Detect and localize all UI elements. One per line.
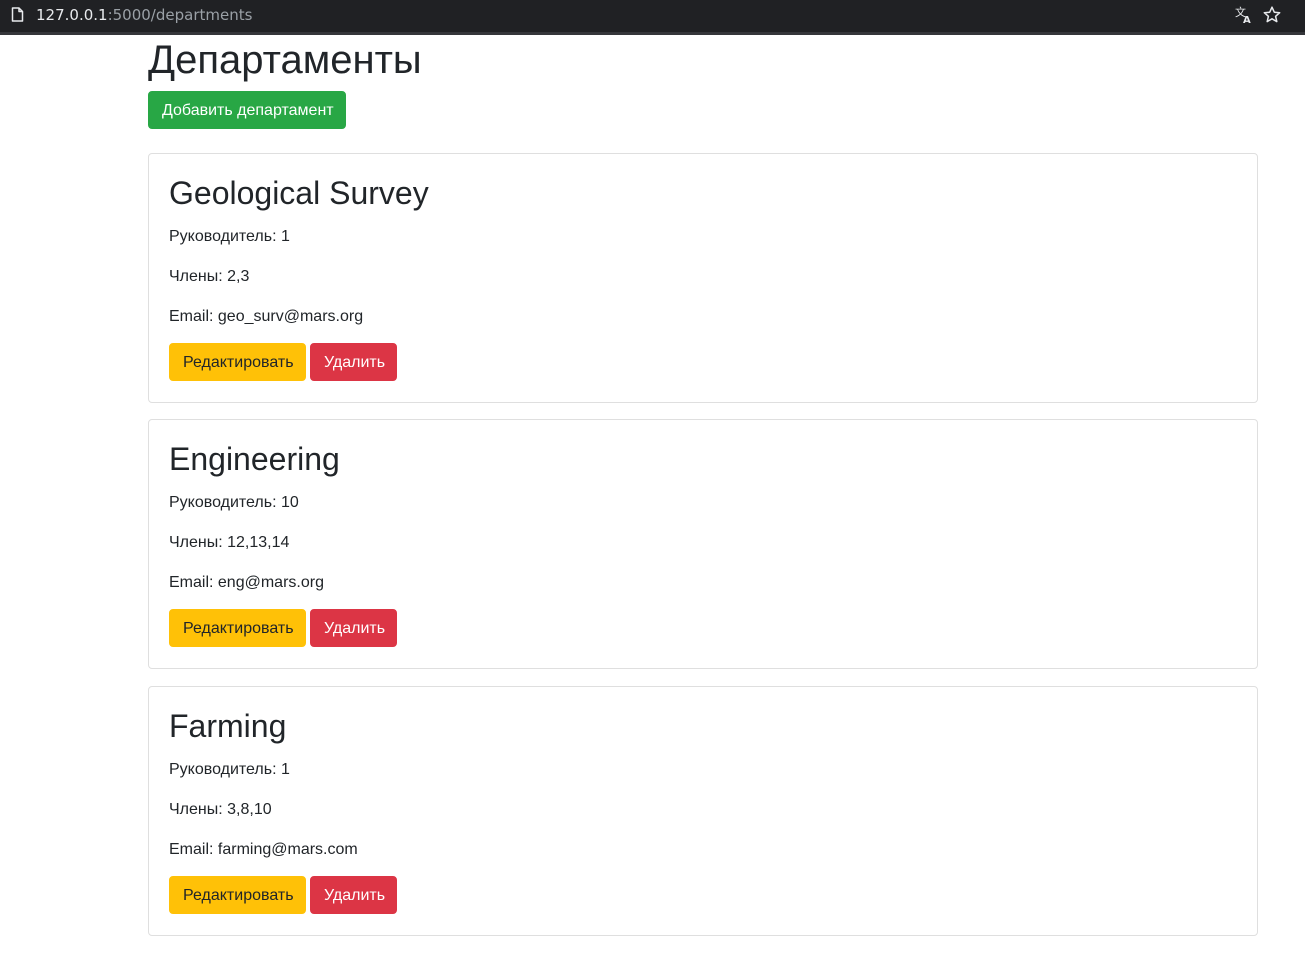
department-leader: Руководитель: 10 <box>169 494 299 511</box>
department-card-geological-survey: Geological Survey Руководитель: 1 Члены:… <box>148 153 1258 403</box>
delete-button[interactable]: Удалить <box>310 343 397 381</box>
department-name: Engineering <box>169 441 340 477</box>
edit-button[interactable]: Редактировать <box>169 609 306 647</box>
delete-button[interactable]: Удалить <box>310 876 397 914</box>
department-leader: Руководитель: 1 <box>169 228 290 245</box>
department-leader: Руководитель: 1 <box>169 761 290 778</box>
department-name: Farming <box>169 708 287 744</box>
translate-icon[interactable]: 文 A <box>1234 5 1254 25</box>
department-name: Geological Survey <box>169 175 429 211</box>
svg-text:A: A <box>1243 15 1251 25</box>
star-icon[interactable] <box>1262 5 1282 25</box>
delete-button[interactable]: Удалить <box>310 609 397 647</box>
department-email: Email: eng@mars.org <box>169 574 324 591</box>
department-email: Email: geo_surv@mars.org <box>169 308 364 325</box>
edit-button[interactable]: Редактировать <box>169 876 306 914</box>
department-members: Члены: 3,8,10 <box>169 801 272 818</box>
url-text[interactable]: 127.0.0.1:5000/departments <box>36 5 252 25</box>
department-card-engineering: Engineering Руководитель: 10 Члены: 12,1… <box>148 419 1258 669</box>
page-title: Департаменты <box>148 38 422 82</box>
url-path: :5000/departments <box>107 6 253 24</box>
browser-address-bar[interactable]: 127.0.0.1:5000/departments 文 A <box>0 0 1305 35</box>
url-host: 127.0.0.1 <box>36 6 108 24</box>
department-card-farming: Farming Руководитель: 1 Члены: 3,8,10 Em… <box>148 686 1258 936</box>
department-email: Email: farming@mars.com <box>169 841 358 858</box>
page-icon <box>11 7 24 22</box>
department-members: Члены: 2,3 <box>169 268 250 285</box>
department-members: Члены: 12,13,14 <box>169 534 290 551</box>
add-department-button[interactable]: Добавить департамент <box>148 91 346 129</box>
edit-button[interactable]: Редактировать <box>169 343 306 381</box>
